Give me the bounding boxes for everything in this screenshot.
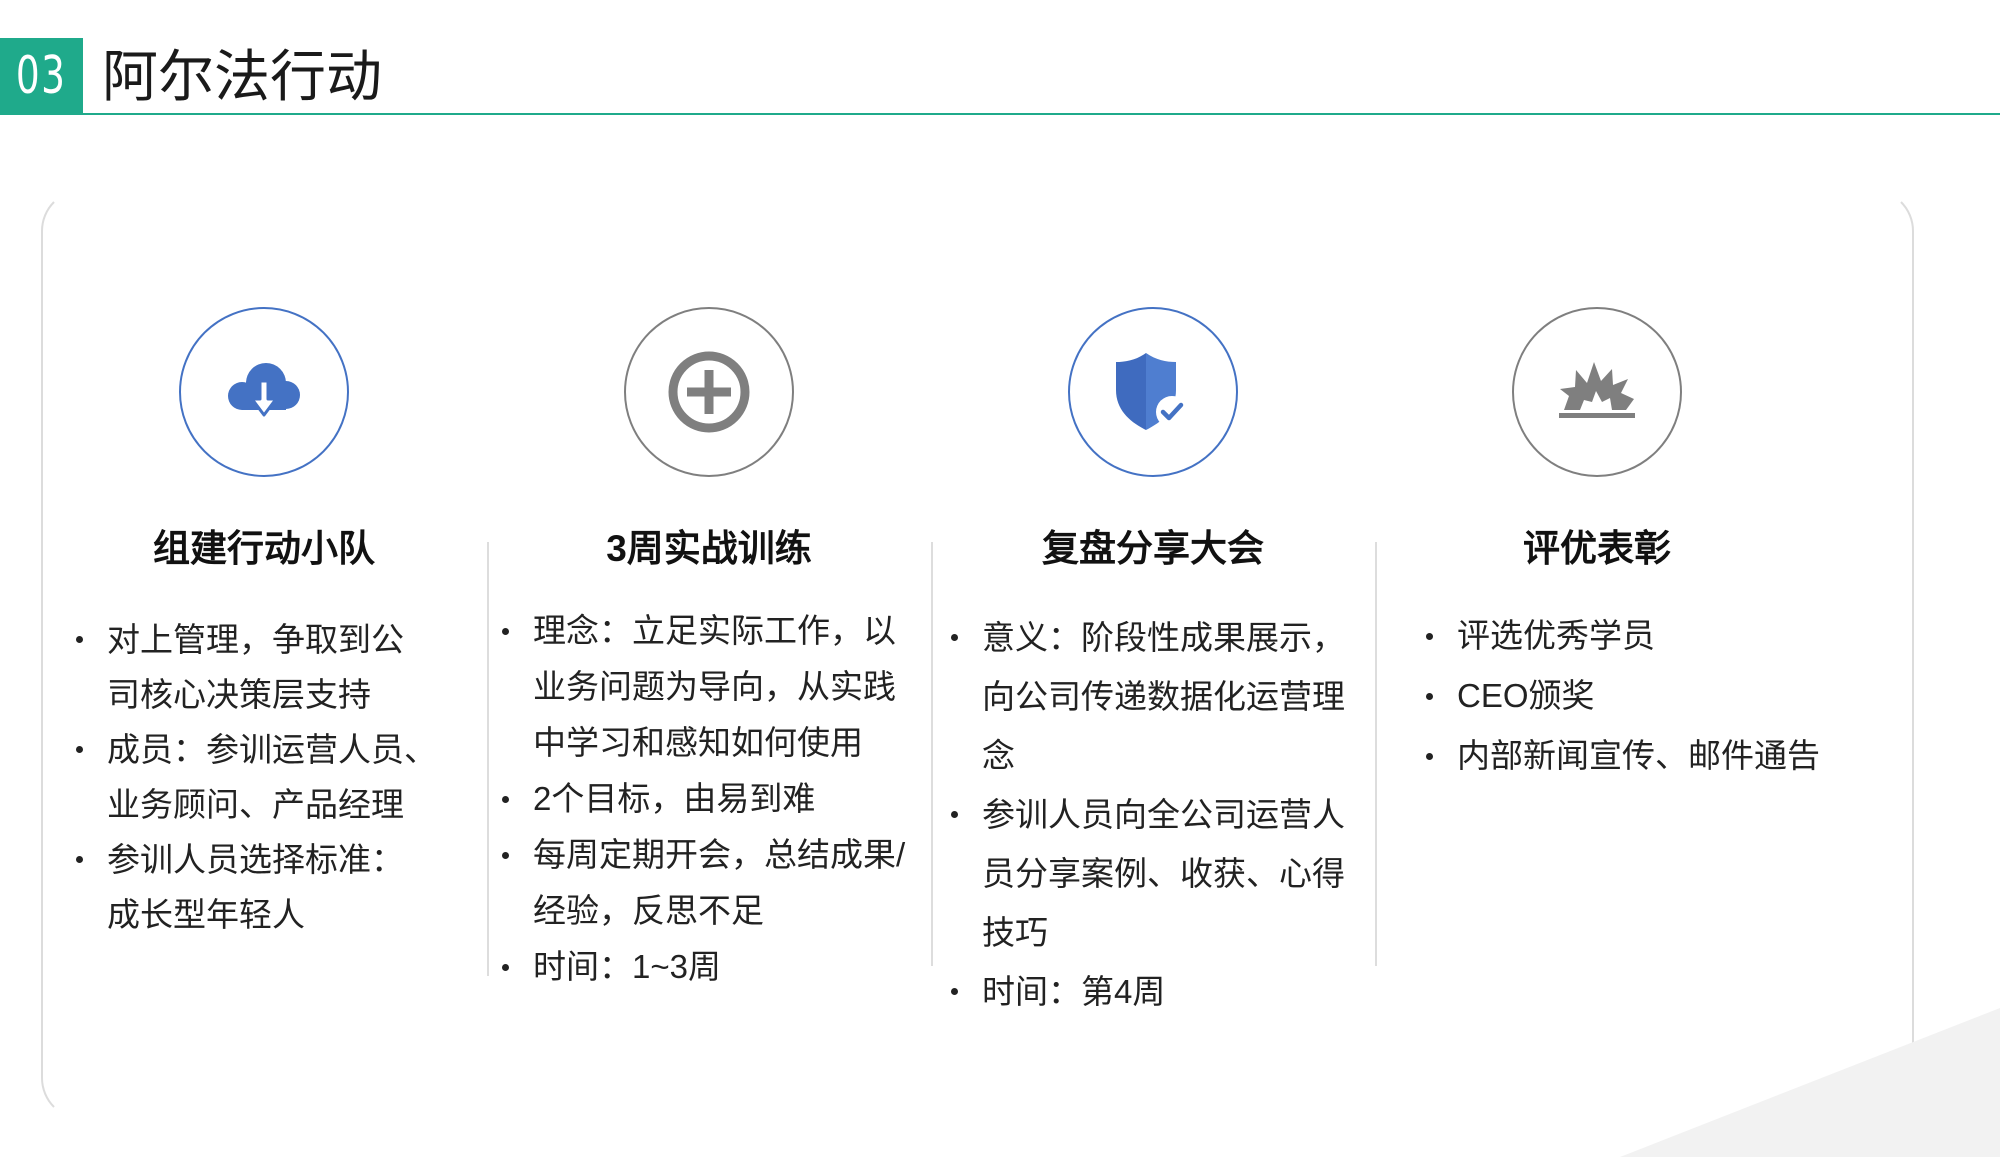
bullet-dot: [76, 636, 83, 643]
shield-check-icon: [1116, 353, 1188, 430]
bullet-list: 意义：阶段性成果展示， 向公司传递数据化运营理 念 参训人员向全公司运营人 员分…: [951, 608, 1345, 1021]
list-item-line: 司核心决策层支持: [107, 676, 371, 713]
column-divider: [931, 542, 933, 966]
plus-circle-icon: [668, 351, 750, 433]
column-heading: 复盘分享大会: [1042, 528, 1264, 569]
page-title: 阿尔法行动: [102, 45, 382, 108]
list-item: 理念：立足实际工作，以 业务问题为导向，从实践 中学习和感知如何使用: [502, 603, 905, 771]
list-item-line: 念: [982, 737, 1015, 774]
bullet-dot: [951, 811, 958, 818]
list-item: 意义：阶段性成果展示， 向公司传递数据化运营理 念: [951, 608, 1345, 785]
list-item-line: 2个目标，由易到难: [533, 780, 816, 817]
list-item-line: 中学习和感知如何使用: [533, 724, 863, 761]
icon-circle-form-team: [179, 307, 349, 477]
list-item: 2个目标，由易到难: [502, 771, 905, 827]
icon-circle-review: [1068, 307, 1238, 477]
bullet-dot: [1426, 632, 1433, 640]
list-item-line: 业务顾问、产品经理: [107, 786, 404, 823]
list-item: 时间：第4周: [951, 962, 1345, 1021]
list-item-line: 理念：立足实际工作，以: [533, 612, 896, 649]
column-divider: [487, 542, 489, 976]
bullet-list: 对上管理，争取到公 司核心决策层支持 成员：参训运营人员、 业务顾问、产品经理 …: [76, 612, 437, 942]
list-item-line: 技巧: [982, 914, 1048, 951]
icon-circle-training: [624, 307, 794, 477]
list-item-line: 员分享案例、收获、心得: [982, 855, 1345, 892]
bullet-dot: [502, 627, 509, 635]
list-item: CEO颁奖: [1426, 666, 1820, 726]
list-item-line: 内部新闻宣传、邮件通告: [1457, 737, 1820, 774]
explosion-icon: [1559, 362, 1635, 418]
list-item: 每周定期开会，总结成果/ 经验，反思不足: [502, 827, 905, 939]
list-item: 评选优秀学员: [1426, 606, 1820, 666]
bullet-dot: [502, 851, 509, 859]
list-item-line: 对上管理，争取到公: [107, 621, 404, 658]
list-item: 参训人员选择标准： 成长型年轻人: [76, 832, 437, 942]
bullet-dot: [76, 746, 83, 753]
cloud-download-icon: [228, 363, 300, 417]
list-item-line: 向公司传递数据化运营理: [982, 678, 1345, 715]
list-item: 参训人员向全公司运营人 员分享案例、收获、心得 技巧: [951, 785, 1345, 962]
list-item-line: 参训人员选择标准：: [107, 841, 404, 878]
list-item-line: 成员：参训运营人员、: [107, 731, 437, 768]
bullet-dot: [76, 856, 83, 863]
section-number-badge: 03: [0, 38, 83, 115]
list-item-line: 时间：第4周: [982, 973, 1166, 1010]
list-item-line: 业务问题为导向，从实践: [533, 668, 896, 705]
bullet-dot: [951, 634, 958, 641]
bullet-dot: [502, 963, 509, 971]
bullet-dot: [502, 795, 509, 803]
bullet-list: 评选优秀学员 CEO颁奖 内部新闻宣传、邮件通告: [1426, 606, 1820, 786]
list-item-line: 每周定期开会，总结成果/: [533, 836, 906, 873]
bullet-dot: [1426, 692, 1433, 700]
column-heading: 组建行动小队: [153, 528, 375, 569]
list-item: 成员：参训运营人员、 业务顾问、产品经理: [76, 722, 437, 832]
column-heading: 评优表彰: [1523, 528, 1671, 569]
bullet-dot: [951, 988, 958, 995]
list-item: 对上管理，争取到公 司核心决策层支持: [76, 612, 437, 722]
list-item-line: 评选优秀学员: [1457, 617, 1655, 654]
section-number: 03: [16, 46, 67, 106]
list-item: 时间：1~3周: [502, 939, 905, 995]
list-item-line: 成长型年轻人: [107, 896, 305, 933]
list-item-line: CEO颁奖: [1457, 677, 1595, 714]
bullet-dot: [1426, 752, 1433, 760]
column-divider: [1375, 542, 1377, 966]
header-rule: [83, 113, 2000, 115]
icon-circle-awards: [1512, 307, 1682, 477]
column-heading: 3周实战训练: [606, 528, 812, 569]
bullet-list: 理念：立足实际工作，以 业务问题为导向，从实践 中学习和感知如何使用 2个目标，…: [502, 603, 905, 995]
list-item: 内部新闻宣传、邮件通告: [1426, 726, 1820, 786]
list-item-line: 时间：1~3周: [533, 948, 721, 985]
list-item-line: 意义：阶段性成果展示，: [982, 619, 1345, 656]
slide: 03 阿尔法行动 组建行动小队 对上管理，争取到公 司核心决策层支持 成员：参训…: [0, 0, 2000, 1157]
list-item-line: 参训人员向全公司运营人: [982, 796, 1345, 833]
list-item-line: 经验，反思不足: [533, 892, 764, 929]
